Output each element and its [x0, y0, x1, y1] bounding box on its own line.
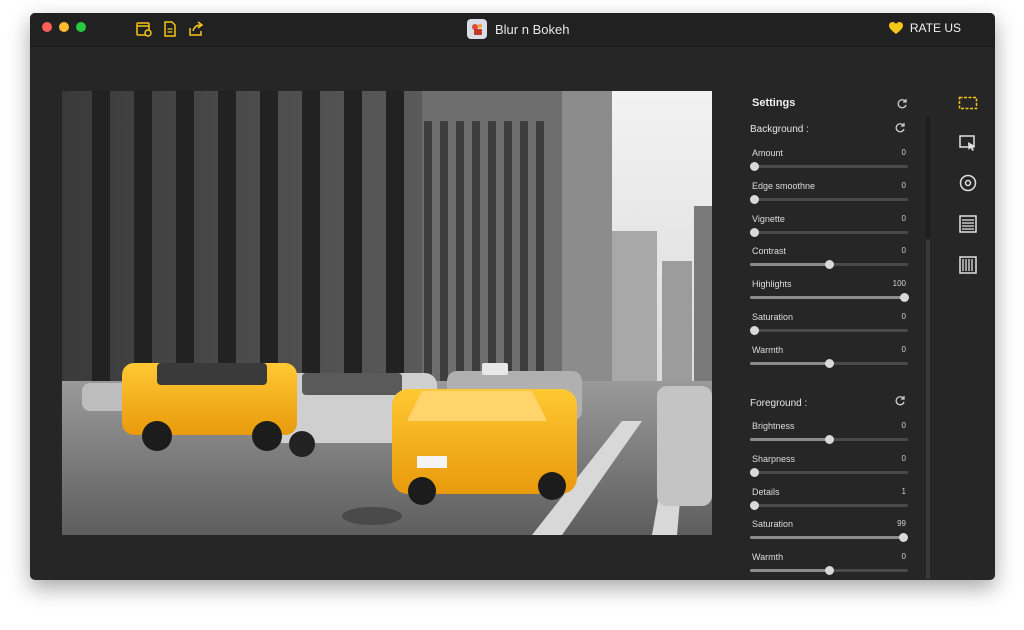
background-slider-contrast[interactable]: Contrast 0 [750, 246, 908, 272]
rate-us-label: RATE US [909, 21, 961, 35]
slider-track[interactable] [750, 467, 908, 477]
slider-thumb[interactable] [900, 293, 909, 303]
slider-thumb[interactable] [750, 194, 759, 204]
document-icon[interactable] [161, 20, 179, 38]
foreground-slider-brightness[interactable]: Brightness 0 [750, 421, 908, 447]
app-window: Blur n Bokeh RATE US Settings Background… [30, 13, 995, 580]
title-bar: Blur n Bokeh RATE US [30, 13, 995, 47]
background-slider-amount[interactable]: Amount 0 [750, 148, 908, 174]
slider-value: 0 [901, 148, 906, 157]
foreground-slider-saturation[interactable]: Saturation 99 [750, 519, 908, 545]
heart-icon [888, 22, 903, 34]
slider-value: 99 [897, 519, 906, 529]
slider-fill [750, 536, 907, 540]
background-section-title: Background : [750, 124, 809, 135]
slider-thumb[interactable] [750, 326, 759, 335]
slider-track[interactable] [750, 500, 908, 510]
background-slider-vignette[interactable]: Vignette 0 [750, 214, 908, 240]
background-slider-edge-smoothne[interactable]: Edge smoothne 0 [750, 181, 908, 207]
settings-title: Settings [752, 97, 796, 109]
slider-label: Warmth [752, 344, 784, 355]
slider-value: 0 [901, 312, 906, 321]
background-slider-highlights[interactable]: Highlights 100 [750, 279, 909, 305]
slider-thumb[interactable] [825, 566, 834, 576]
close-window-button[interactable] [42, 22, 52, 32]
foreground-section-title: Foreground : [750, 398, 808, 409]
slider-thumb[interactable] [825, 435, 834, 444]
slider-value: 0 [901, 421, 906, 430]
slider-label: Highlights [752, 279, 792, 290]
slider-thumb[interactable] [898, 533, 908, 543]
select-tool-icon[interactable] [957, 132, 979, 154]
slider-label: Details [752, 486, 780, 497]
rate-us-button[interactable]: RATE US [888, 21, 961, 35]
slider-thumb[interactable] [750, 467, 759, 477]
slider-track[interactable] [750, 194, 908, 204]
foreground-reset-icon[interactable] [894, 395, 906, 407]
settings-scrollbar[interactable] [926, 117, 930, 580]
slider-fill [750, 361, 829, 365]
foreground-slider-details[interactable]: Details 1 [750, 487, 908, 513]
slider-thumb[interactable] [750, 500, 759, 510]
slider-fill [750, 296, 908, 300]
slider-thumb[interactable] [825, 260, 834, 270]
foreground-slider-sharpness[interactable]: Sharpness 0 [750, 454, 908, 480]
slider-label: Saturation [752, 312, 794, 322]
slider-value: 0 [901, 180, 906, 190]
slider-track[interactable] [750, 435, 908, 444]
slider-label: Warmth [752, 552, 784, 563]
slider-track[interactable] [750, 260, 908, 270]
background-slider-saturation[interactable]: Saturation 0 [750, 312, 908, 338]
slider-value: 1 [901, 486, 906, 496]
lines-pattern-icon[interactable] [957, 213, 979, 235]
minimize-window-button[interactable] [59, 22, 69, 32]
background-slider-warmth[interactable]: Warmth 0 [750, 345, 908, 371]
slider-value: 0 [901, 344, 906, 354]
app-title: Blur n Bokeh [467, 19, 569, 39]
slider-track[interactable] [750, 566, 908, 576]
slider-label: Amount [752, 148, 784, 158]
foreground-slider-warmth[interactable]: Warmth 0 [750, 552, 908, 578]
slider-value: 0 [901, 246, 906, 256]
slider-fill [750, 569, 829, 573]
barcode-pattern-icon[interactable] [957, 254, 979, 276]
background-reset-icon[interactable] [894, 122, 906, 134]
slider-track[interactable] [750, 227, 908, 237]
open-image-icon[interactable] [135, 20, 153, 38]
slider-track[interactable] [750, 162, 908, 171]
settings-reset-icon[interactable] [896, 98, 908, 110]
focus-circle-icon[interactable] [957, 172, 979, 194]
slider-label: Vignette [752, 213, 785, 224]
slider-value: 0 [901, 453, 906, 463]
slider-label: Contrast [752, 246, 787, 257]
slider-value: 0 [901, 213, 906, 223]
slider-track[interactable] [750, 326, 908, 335]
settings-scrollbar-thumb[interactable] [926, 239, 930, 579]
slider-label: Sharpness [752, 453, 796, 464]
slider-thumb[interactable] [825, 358, 834, 368]
photo-canvas[interactable] [62, 91, 712, 535]
app-title-text: Blur n Bokeh [495, 21, 570, 37]
slider-value: 100 [892, 279, 906, 289]
slider-fill [750, 263, 829, 267]
slider-track[interactable] [750, 358, 908, 368]
settings-panel: Settings Background : Amount 0 Edge smooth… [746, 91, 914, 580]
crop-frame-icon[interactable] [957, 92, 979, 114]
slider-label: Brightness [752, 421, 795, 431]
slider-fill [750, 438, 829, 441]
slider-value: 0 [901, 552, 906, 562]
share-icon[interactable] [187, 20, 205, 38]
slider-label: Saturation [752, 519, 794, 530]
slider-label: Edge smoothne [752, 180, 816, 191]
slider-thumb[interactable] [750, 227, 759, 237]
slider-track[interactable] [750, 293, 909, 303]
app-logo-icon [467, 19, 487, 39]
slider-thumb[interactable] [750, 162, 759, 171]
slider-track[interactable] [750, 533, 908, 543]
zoom-window-button[interactable] [76, 22, 86, 32]
